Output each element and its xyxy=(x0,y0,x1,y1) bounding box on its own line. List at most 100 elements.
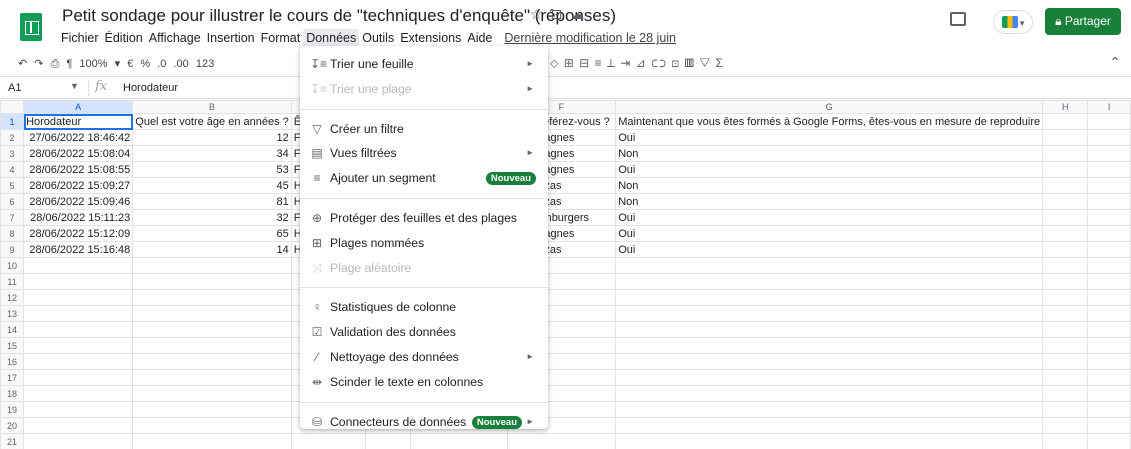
menu-item-proteger-des-feuilles-et-des-plages[interactable]: ⊕Protéger des feuilles et des plages xyxy=(300,206,548,231)
cell[interactable]: 28/06/2022 15:08:04 xyxy=(24,146,133,162)
cell[interactable]: Oui xyxy=(616,210,1043,226)
zoom-select[interactable]: 100% xyxy=(79,58,107,70)
cell[interactable] xyxy=(1043,114,1088,130)
menu-item-nettoyage-des-donnees[interactable]: ⁄Nettoyage des données► xyxy=(300,345,548,370)
cell[interactable]: 28/06/2022 15:08:55 xyxy=(24,162,133,178)
row-header[interactable]: 3 xyxy=(1,146,24,162)
cell[interactable] xyxy=(616,418,1043,434)
move-folder-icon[interactable]: ⊡ xyxy=(551,6,571,22)
row-header[interactable]: 11 xyxy=(1,274,24,290)
cell[interactable] xyxy=(133,354,292,370)
menu-format[interactable]: Format xyxy=(258,29,304,47)
cell[interactable] xyxy=(616,290,1043,306)
column-header[interactable]: A xyxy=(24,101,133,114)
cell[interactable] xyxy=(1043,130,1088,146)
menu-item-creer-un-filtre[interactable]: ▽Créer un filtre xyxy=(300,117,548,142)
cell[interactable] xyxy=(1043,178,1088,194)
star-icon[interactable]: ☆ xyxy=(530,6,551,22)
cell[interactable]: 28/06/2022 15:09:46 xyxy=(24,194,133,210)
cell[interactable] xyxy=(133,370,292,386)
redo-icon[interactable]: ↷ xyxy=(34,58,43,70)
cell[interactable]: Quel est votre âge en années ? xyxy=(133,114,292,130)
cell[interactable] xyxy=(133,258,292,274)
row-header[interactable]: 12 xyxy=(1,290,24,306)
row-header[interactable]: 7 xyxy=(1,210,24,226)
chevron-down-icon[interactable]: ▼ xyxy=(70,81,79,91)
borders-icon[interactable]: ⊞ xyxy=(564,56,575,70)
menu-fichier[interactable]: Fichier xyxy=(58,29,102,47)
menu-item-vues-filtrees[interactable]: ▤Vues filtrées► xyxy=(300,141,548,166)
cell[interactable] xyxy=(1088,162,1131,178)
row-header[interactable]: 15 xyxy=(1,338,24,354)
cell[interactable]: Oui xyxy=(616,226,1043,242)
meet-button[interactable]: ▼ xyxy=(993,10,1033,34)
select-all-corner[interactable] xyxy=(1,101,24,114)
cell[interactable]: 12 xyxy=(133,130,292,146)
row-header[interactable]: 4 xyxy=(1,162,24,178)
align-vertical-icon[interactable]: ⊥ xyxy=(607,56,616,70)
cell[interactable] xyxy=(1088,338,1131,354)
cell[interactable] xyxy=(1043,226,1088,242)
cell[interactable] xyxy=(291,434,365,449)
cell[interactable] xyxy=(24,258,133,274)
row-header[interactable]: 17 xyxy=(1,370,24,386)
insert-chart-icon[interactable]: ▥ xyxy=(684,56,695,70)
cell[interactable] xyxy=(1043,258,1088,274)
row-header[interactable]: 20 xyxy=(1,418,24,434)
menu-item-connecteurs-de-donnees[interactable]: ⛁Connecteurs de donnéesNouveau► xyxy=(300,410,548,435)
cell[interactable] xyxy=(1043,386,1088,402)
last-modified-link[interactable]: Dernière modification le 28 juin xyxy=(501,29,679,47)
cell[interactable]: Non xyxy=(616,194,1043,210)
cell[interactable] xyxy=(1088,178,1131,194)
decrease-decimal-button[interactable]: .0 xyxy=(157,58,166,70)
row-header[interactable]: 9 xyxy=(1,242,24,258)
row-header[interactable]: 14 xyxy=(1,322,24,338)
cell[interactable] xyxy=(1043,354,1088,370)
column-header[interactable]: B xyxy=(133,101,292,114)
merge-cells-icon[interactable]: ⊟ xyxy=(579,56,590,70)
cell[interactable] xyxy=(24,434,133,449)
cell[interactable] xyxy=(1088,274,1131,290)
cell[interactable] xyxy=(1088,290,1131,306)
share-button[interactable]: 🔒︎ Partager xyxy=(1045,8,1121,35)
row-header[interactable]: 1 xyxy=(1,114,24,130)
cell[interactable] xyxy=(133,402,292,418)
row-header[interactable]: 19 xyxy=(1,402,24,418)
cell[interactable]: 81 xyxy=(133,194,292,210)
cell[interactable]: 28/06/2022 15:09:27 xyxy=(24,178,133,194)
menu-extensions[interactable]: Extensions xyxy=(397,29,464,47)
menu-item-trier-une-feuille[interactable]: ↧≡Trier une feuille► xyxy=(300,52,548,77)
row-header[interactable]: 21 xyxy=(1,434,24,449)
row-header[interactable]: 2 xyxy=(1,130,24,146)
cell[interactable] xyxy=(616,322,1043,338)
cell[interactable]: 34 xyxy=(133,146,292,162)
row-header[interactable]: 10 xyxy=(1,258,24,274)
menu-item-ajouter-un-segment[interactable]: ≡Ajouter un segmentNouveau xyxy=(300,166,548,191)
cell[interactable] xyxy=(410,434,507,449)
cell[interactable] xyxy=(1088,130,1131,146)
cell[interactable] xyxy=(133,290,292,306)
formula-input[interactable]: Horodateur xyxy=(123,82,178,94)
cell[interactable]: 28/06/2022 15:16:48 xyxy=(24,242,133,258)
cell[interactable] xyxy=(24,354,133,370)
cell[interactable] xyxy=(1043,210,1088,226)
chevron-up-icon[interactable]: ⌃ xyxy=(1109,54,1121,71)
filter-icon[interactable]: ▽ xyxy=(699,56,711,70)
cell[interactable] xyxy=(616,258,1043,274)
cell[interactable] xyxy=(1088,354,1131,370)
cell[interactable] xyxy=(1043,290,1088,306)
name-box[interactable]: A1 xyxy=(8,82,21,94)
cell[interactable] xyxy=(1088,114,1131,130)
menu-item-statistiques-de-colonne[interactable]: ♀Statistiques de colonne xyxy=(300,295,548,320)
row-header[interactable]: 18 xyxy=(1,386,24,402)
cell[interactable] xyxy=(616,338,1043,354)
cell[interactable] xyxy=(507,434,616,449)
menu-affichage[interactable]: Affichage xyxy=(146,29,204,47)
insert-comment-icon[interactable]: ⊡ xyxy=(671,56,680,70)
cell[interactable] xyxy=(1088,402,1131,418)
text-wrap-icon[interactable]: ⇥ xyxy=(620,56,631,70)
row-header[interactable]: 16 xyxy=(1,354,24,370)
cell[interactable]: 65 xyxy=(133,226,292,242)
more-formats-button[interactable]: 123 xyxy=(196,58,214,70)
cell[interactable]: Oui xyxy=(616,242,1043,258)
